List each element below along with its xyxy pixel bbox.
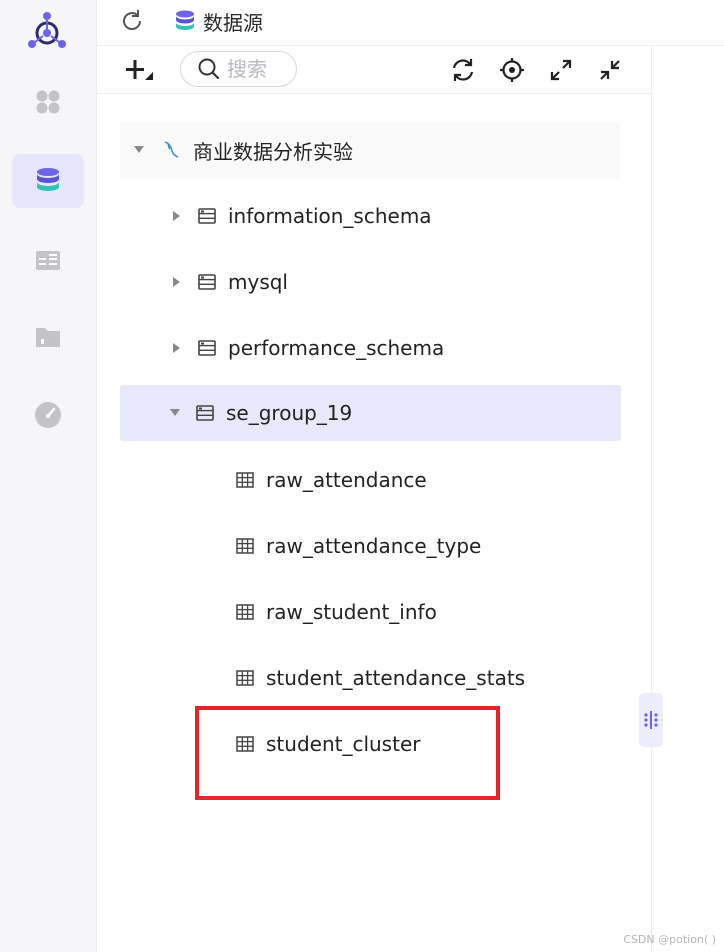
schema-icon xyxy=(198,340,216,356)
table-label: raw_attendance_type xyxy=(266,534,482,558)
watermark: CSDN @potion( ) xyxy=(623,933,716,946)
tree-node-table[interactable]: student_cluster xyxy=(236,716,420,772)
schema-label: se_group_19 xyxy=(226,401,353,425)
schema-label: mysql xyxy=(228,270,288,294)
panel-resize-handle[interactable] xyxy=(639,693,663,747)
page-title: 数据源 xyxy=(203,11,263,35)
refresh-icon[interactable] xyxy=(119,8,145,34)
collapse-icon xyxy=(600,60,620,80)
schema-label: information_schema xyxy=(228,204,432,228)
mysql-icon xyxy=(164,141,179,158)
nav-monitor[interactable] xyxy=(12,388,84,442)
caret-down-icon[interactable] xyxy=(133,144,145,156)
grid-icon xyxy=(36,90,60,114)
caret-right-icon[interactable] xyxy=(171,210,183,222)
search-input[interactable] xyxy=(227,57,289,81)
locate-button[interactable] xyxy=(497,55,527,85)
tree-node-table[interactable]: student_attendance_stats xyxy=(236,650,525,706)
expand-icon xyxy=(550,59,572,81)
gauge-icon xyxy=(35,402,61,428)
expand-button[interactable] xyxy=(546,55,576,85)
table-icon xyxy=(236,472,254,488)
collapse-button[interactable] xyxy=(595,55,625,85)
table-icon xyxy=(36,251,60,270)
caret-right-icon[interactable] xyxy=(171,342,183,354)
table-label: student_cluster xyxy=(266,732,421,756)
table-label: raw_student_info xyxy=(266,600,437,624)
schema-label: performance_schema xyxy=(228,336,445,360)
top-bar: 数据源 xyxy=(97,0,724,46)
schema-icon xyxy=(196,405,214,421)
tree-node-schema[interactable]: performance_schema xyxy=(171,320,444,376)
drag-handle-icon xyxy=(644,711,658,729)
tree-node-table[interactable]: raw_attendance_type xyxy=(236,518,481,574)
schema-icon xyxy=(198,208,216,224)
caret-right-icon[interactable] xyxy=(171,276,183,288)
table-label: raw_attendance xyxy=(266,468,427,492)
caret-down-icon[interactable] xyxy=(169,407,181,419)
nav-datasource[interactable] xyxy=(12,154,84,208)
nav-dataset[interactable] xyxy=(12,233,84,287)
tree-node-table[interactable]: raw_attendance xyxy=(236,452,427,508)
database-icon xyxy=(176,10,194,30)
tree-node-schema[interactable]: mysql xyxy=(171,254,288,310)
left-nav-rail xyxy=(0,0,97,952)
table-icon xyxy=(236,670,254,686)
table-label: student_attendance_stats xyxy=(266,666,526,690)
tree-toolbar xyxy=(97,46,653,94)
search-box[interactable] xyxy=(180,51,297,87)
panel-divider xyxy=(651,46,652,952)
schema-icon xyxy=(198,274,216,290)
nav-dashboard[interactable] xyxy=(12,75,84,129)
table-icon xyxy=(236,604,254,620)
folder-icon xyxy=(36,328,60,347)
app-logo-icon[interactable] xyxy=(24,8,70,54)
database-icon xyxy=(37,168,59,191)
nav-folder[interactable] xyxy=(12,310,84,364)
sync-button[interactable] xyxy=(448,55,478,85)
tree-node-table[interactable]: raw_student_info xyxy=(236,584,437,640)
sync-icon xyxy=(452,59,474,81)
root-label: 商业数据分析实验 xyxy=(193,139,353,164)
tree-node-schema[interactable]: information_schema xyxy=(171,188,432,244)
search-icon xyxy=(198,58,220,80)
tree-node-schema-selected[interactable]: se_group_19 xyxy=(120,385,621,441)
add-icon[interactable] xyxy=(123,56,157,84)
table-icon xyxy=(236,538,254,554)
locate-icon xyxy=(500,58,524,82)
tree-node-root[interactable]: 商业数据分析实验 xyxy=(120,122,620,178)
table-icon xyxy=(236,736,254,752)
